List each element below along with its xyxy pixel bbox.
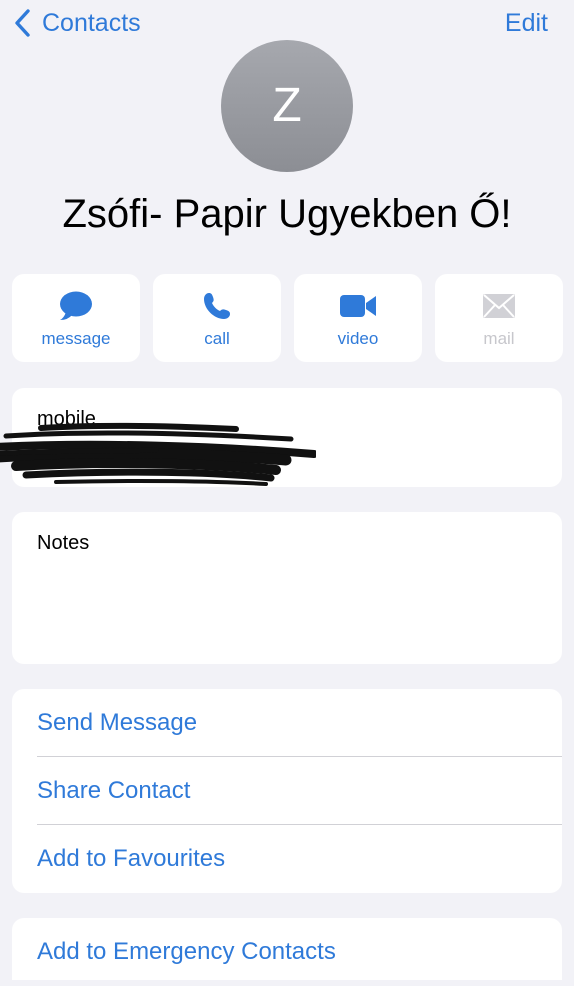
back-button[interactable]: Contacts	[12, 6, 141, 40]
quick-actions: message call video mail	[12, 274, 563, 362]
avatar: Z	[221, 40, 353, 172]
envelope-icon	[435, 290, 563, 322]
back-button-label: Contacts	[42, 9, 141, 37]
mail-button-label: mail	[483, 329, 515, 348]
notes-card[interactable]: Notes	[12, 512, 562, 664]
edit-button[interactable]: Edit	[505, 6, 548, 40]
avatar-initial: Z	[272, 79, 302, 132]
redaction-scribble	[0, 422, 316, 486]
add-to-emergency-contacts-row[interactable]: Add to Emergency Contacts	[37, 918, 562, 980]
add-to-favourites-row[interactable]: Add to Favourites	[37, 825, 562, 893]
contact-name: Zsófi- Papir Ugyekben Ő!	[62, 192, 512, 236]
video-camera-icon	[294, 290, 422, 322]
emergency-card: Add to Emergency Contacts	[12, 918, 562, 980]
video-button[interactable]: video	[294, 274, 422, 362]
call-button-label: call	[204, 329, 230, 348]
mail-button[interactable]: mail	[435, 274, 563, 362]
video-button-label: video	[337, 329, 379, 348]
call-button[interactable]: call	[153, 274, 281, 362]
share-contact-row[interactable]: Share Contact	[37, 757, 562, 825]
notes-label: Notes	[37, 532, 90, 554]
send-message-row[interactable]: Send Message	[37, 689, 562, 757]
chevron-left-icon	[12, 8, 34, 38]
phone-icon	[153, 290, 281, 322]
contact-actions-list: Send Message Share Contact Add to Favour…	[12, 689, 562, 893]
message-bubble-icon	[12, 290, 140, 322]
message-button[interactable]: message	[12, 274, 140, 362]
message-button-label: message	[41, 329, 111, 348]
